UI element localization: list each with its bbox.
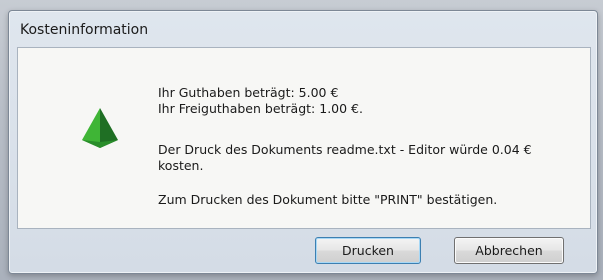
dialog-content: Ihr Guthaben beträgt: 5.00 € Ihr Freigut… (17, 47, 591, 229)
dialog-title: Kosteninformation (20, 22, 149, 38)
dialog-titlebar[interactable]: Kosteninformation (9, 11, 597, 45)
cost-text: Der Druck des Dokuments readme.txt - Edi… (158, 142, 532, 173)
dialog-footer: Drucken Abbrechen (9, 227, 597, 273)
cost-info-dialog: Kosteninformation Ihr Guthaben beträgt: … (8, 10, 598, 274)
confirm-text: Zum Drucken des Dokument bitte "PRINT" b… (158, 192, 498, 207)
cancel-button[interactable]: Abbrechen (454, 237, 564, 264)
balance-text: Ihr Guthaben beträgt: 5.00 € (158, 85, 339, 100)
green-pyramid-icon (80, 106, 120, 150)
free-balance-text: Ihr Freiguthaben beträgt: 1.00 €. (158, 101, 363, 116)
print-button[interactable]: Drucken (315, 237, 421, 264)
